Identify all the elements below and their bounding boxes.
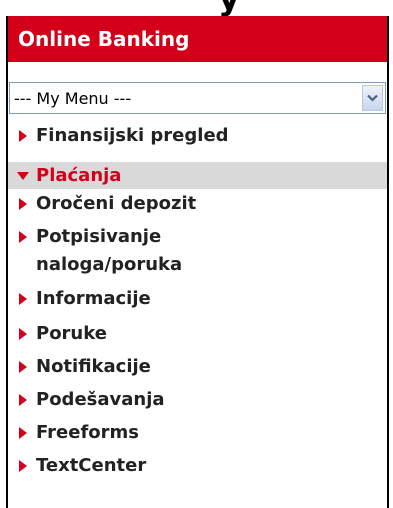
nav-item-textcenter[interactable]: TextCenter: [8, 449, 387, 482]
nav-item-label: Informacije: [36, 288, 151, 309]
main-nav: Finansijski pregled Plaćanja Oročeni dep…: [8, 120, 387, 482]
caret-right-icon: [19, 459, 27, 472]
caret-right-icon: [19, 293, 27, 305]
chevron-down-icon: [367, 94, 378, 102]
caret-right-icon: [19, 393, 27, 406]
online-banking-panel: Online Banking --- My Menu --- Finansijs…: [6, 16, 389, 508]
nav-item-freeforms[interactable]: Freeforms: [8, 416, 387, 449]
nav-item-podesavanja[interactable]: Podešavanja: [8, 383, 387, 416]
nav-item-finansijski-pregled[interactable]: Finansijski pregled: [8, 120, 387, 152]
nav-item-potpisivanje[interactable]: Potpisivanje naloga/poruka: [8, 219, 387, 281]
caret-right-icon: [19, 231, 27, 243]
panel-header: Online Banking: [8, 16, 387, 62]
nav-item-label: Finansijski pregled: [36, 125, 229, 146]
page-title-cutoff: y: [0, 0, 393, 16]
nav-item-label: Poruke: [36, 322, 107, 344]
nav-item-label: Potpisivanje naloga/poruka: [36, 226, 183, 275]
nav-item-label: Plaćanja: [36, 164, 122, 186]
caret-right-icon: [19, 198, 27, 210]
my-menu-select[interactable]: --- My Menu ---: [9, 82, 386, 114]
nav-item-label: Oročeni depozit: [36, 193, 197, 214]
caret-right-icon: [19, 130, 27, 142]
my-menu-select-value: --- My Menu ---: [14, 88, 132, 108]
dropdown-button[interactable]: [362, 85, 383, 111]
nav-item-notifikacije[interactable]: Notifikacije: [8, 350, 387, 383]
nav-item-placanja[interactable]: Plaćanja: [8, 162, 387, 189]
nav-item-poruke[interactable]: Poruke: [8, 317, 387, 350]
nav-item-label: Podešavanja: [36, 388, 165, 410]
caret-down-icon: [17, 171, 29, 180]
nav-item-label: Notifikacije: [36, 355, 151, 377]
nav-item-informacije[interactable]: Informacije: [8, 281, 387, 317]
page: y Online Banking --- My Menu --- Finansi…: [0, 0, 393, 508]
caret-right-icon: [19, 327, 27, 340]
caret-right-icon: [19, 426, 27, 439]
nav-item-oroceni-depozit[interactable]: Oročeni depozit: [8, 189, 387, 219]
nav-item-label: TextCenter: [36, 454, 147, 476]
caret-right-icon: [19, 360, 27, 373]
nav-item-label: Freeforms: [36, 421, 139, 443]
